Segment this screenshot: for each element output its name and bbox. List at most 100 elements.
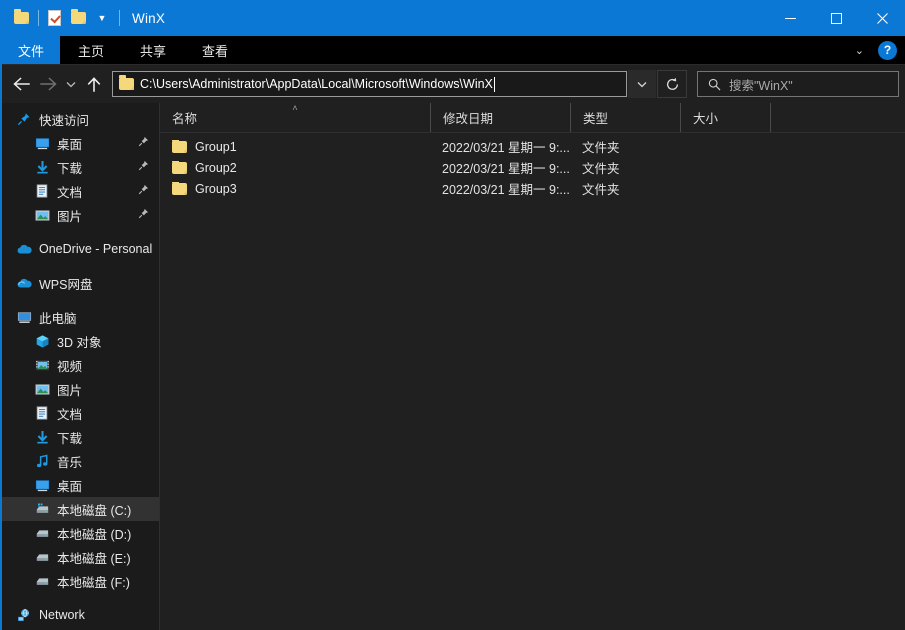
sidebar-label: 下载 — [57, 158, 82, 177]
sidebar-label: 文档 — [57, 182, 82, 201]
help-button[interactable]: ? — [878, 41, 897, 60]
table-row[interactable]: Group1 2022/03/21 星期一 9:... 文件夹 — [160, 136, 905, 157]
this-pc-icon — [16, 309, 32, 325]
tab-view[interactable]: 查看 — [184, 36, 246, 64]
file-name-cell: Group2 — [172, 161, 442, 175]
file-name: Group1 — [195, 140, 237, 154]
sidebar-label: 桌面 — [57, 476, 82, 495]
sidebar-item-3d-objects[interactable]: 3D 对象 — [2, 329, 159, 353]
sidebar-item-this-pc[interactable]: 此电脑 — [2, 305, 159, 329]
back-arrow-icon — [13, 77, 30, 91]
qat-separator-1 — [38, 10, 39, 26]
pin-icon[interactable] — [138, 160, 149, 174]
sidebar-item-desktop[interactable]: 桌面 — [2, 131, 159, 155]
qat-separator-2 — [119, 10, 120, 26]
file-type-cell: 文件夹 — [582, 137, 692, 156]
new-folder-icon — [71, 12, 86, 24]
column-header-type[interactable]: 类型 — [570, 103, 680, 132]
drive-icon — [34, 549, 50, 565]
window-controls — [767, 0, 905, 36]
sidebar-item-downloads-pc[interactable]: 下载 — [2, 425, 159, 449]
tab-home[interactable]: 主页 — [60, 36, 122, 64]
search-input[interactable]: 搜索"WinX" — [729, 75, 793, 94]
sidebar-item-pictures[interactable]: 图片 — [2, 203, 159, 227]
chevron-down-icon: ⌄ — [855, 45, 864, 57]
wps-cloud-icon — [16, 275, 32, 291]
content-area: 快速访问 桌面 — [2, 103, 905, 630]
up-button[interactable] — [81, 71, 107, 97]
address-bar[interactable]: C:\Users\Administrator\AppData\Local\Mic… — [112, 71, 627, 97]
navigation-bar: C:\Users\Administrator\AppData\Local\Mic… — [2, 65, 905, 103]
forward-arrow-icon — [40, 77, 57, 91]
desktop-icon — [34, 477, 50, 493]
recent-locations-button[interactable] — [62, 71, 80, 97]
minimize-button[interactable] — [767, 0, 813, 36]
maximize-button[interactable] — [813, 0, 859, 36]
pin-icon[interactable] — [138, 184, 149, 198]
close-button[interactable] — [859, 0, 905, 36]
chevron-down-icon — [637, 81, 647, 88]
address-input[interactable]: C:\Users\Administrator\AppData\Local\Mic… — [140, 77, 493, 91]
sidebar-item-network[interactable]: Network — [2, 603, 159, 627]
sidebar-label: OneDrive - Personal — [39, 242, 152, 256]
expand-ribbon-button[interactable]: ⌄ — [849, 44, 870, 57]
tab-file[interactable]: 文件 — [2, 36, 60, 64]
file-type-cell: 文件夹 — [582, 158, 692, 177]
sidebar-label: 本地磁盘 (F:) — [57, 572, 130, 591]
window-title: WinX — [132, 11, 165, 26]
music-icon — [34, 453, 50, 469]
file-date-cell: 2022/03/21 星期一 9:... — [442, 179, 582, 198]
sidebar-item-desktop-pc[interactable]: 桌面 — [2, 473, 159, 497]
sidebar-item-drive-e[interactable]: 本地磁盘 (E:) — [2, 545, 159, 569]
qat-new-folder-button[interactable] — [67, 7, 89, 29]
sidebar-label: 下载 — [57, 428, 82, 447]
text-cursor — [494, 77, 495, 92]
videos-icon — [34, 357, 50, 373]
search-box[interactable]: 搜索"WinX" — [697, 71, 899, 97]
sidebar-item-drive-f[interactable]: 本地磁盘 (F:) — [2, 569, 159, 593]
sidebar-item-documents-pc[interactable]: 文档 — [2, 401, 159, 425]
title-bar: ▼ WinX — [2, 0, 905, 36]
sidebar-gap-1 — [2, 227, 159, 237]
sidebar-item-drive-d[interactable]: 本地磁盘 (D:) — [2, 521, 159, 545]
pictures-icon — [34, 381, 50, 397]
folder-icon — [172, 162, 187, 174]
onedrive-icon — [16, 241, 32, 257]
quick-access-toolbar: ▼ — [2, 0, 124, 36]
sidebar-label: 桌面 — [57, 134, 82, 153]
sidebar-item-onedrive[interactable]: OneDrive - Personal — [2, 237, 159, 261]
maximize-icon — [831, 13, 842, 24]
table-row[interactable]: Group3 2022/03/21 星期一 9:... 文件夹 — [160, 178, 905, 199]
table-row[interactable]: Group2 2022/03/21 星期一 9:... 文件夹 — [160, 157, 905, 178]
column-header-size[interactable]: 大小 — [680, 103, 770, 132]
qat-folder-button[interactable] — [10, 7, 32, 29]
column-header-date-modified[interactable]: 修改日期 — [430, 103, 570, 132]
file-type-cell: 文件夹 — [582, 179, 692, 198]
column-header-name[interactable]: ˄ 名称 — [160, 103, 430, 132]
address-dropdown-button[interactable] — [628, 70, 656, 98]
sidebar-item-music[interactable]: 音乐 — [2, 449, 159, 473]
back-button[interactable] — [8, 71, 34, 97]
pin-icon[interactable] — [138, 208, 149, 222]
sidebar-item-wps-cloud[interactable]: WPS网盘 — [2, 271, 159, 295]
qat-customize-button[interactable]: ▼ — [91, 7, 113, 29]
sidebar-item-quick-access[interactable]: 快速访问 — [2, 107, 159, 131]
sidebar-item-pictures-pc[interactable]: 图片 — [2, 377, 159, 401]
sidebar-item-drive-c[interactable]: 本地磁盘 (C:) — [2, 497, 159, 521]
refresh-icon — [665, 77, 680, 92]
sidebar-item-documents[interactable]: 文档 — [2, 179, 159, 203]
download-icon — [34, 429, 50, 445]
sidebar-label: 本地磁盘 (C:) — [57, 500, 131, 519]
column-label: 类型 — [583, 108, 608, 127]
refresh-button[interactable] — [657, 70, 687, 98]
file-list-pane: ˄ 名称 修改日期 类型 大小 Group1 — [160, 103, 905, 630]
sidebar-gap-4 — [2, 593, 159, 603]
sidebar-item-downloads[interactable]: 下载 — [2, 155, 159, 179]
pin-icon[interactable] — [138, 136, 149, 150]
sidebar-label: 本地磁盘 (D:) — [57, 524, 131, 543]
navigation-pane[interactable]: 快速访问 桌面 — [2, 103, 160, 630]
qat-properties-button[interactable] — [43, 7, 65, 29]
sidebar-item-videos[interactable]: 视频 — [2, 353, 159, 377]
tab-share[interactable]: 共享 — [122, 36, 184, 64]
forward-button[interactable] — [35, 71, 61, 97]
